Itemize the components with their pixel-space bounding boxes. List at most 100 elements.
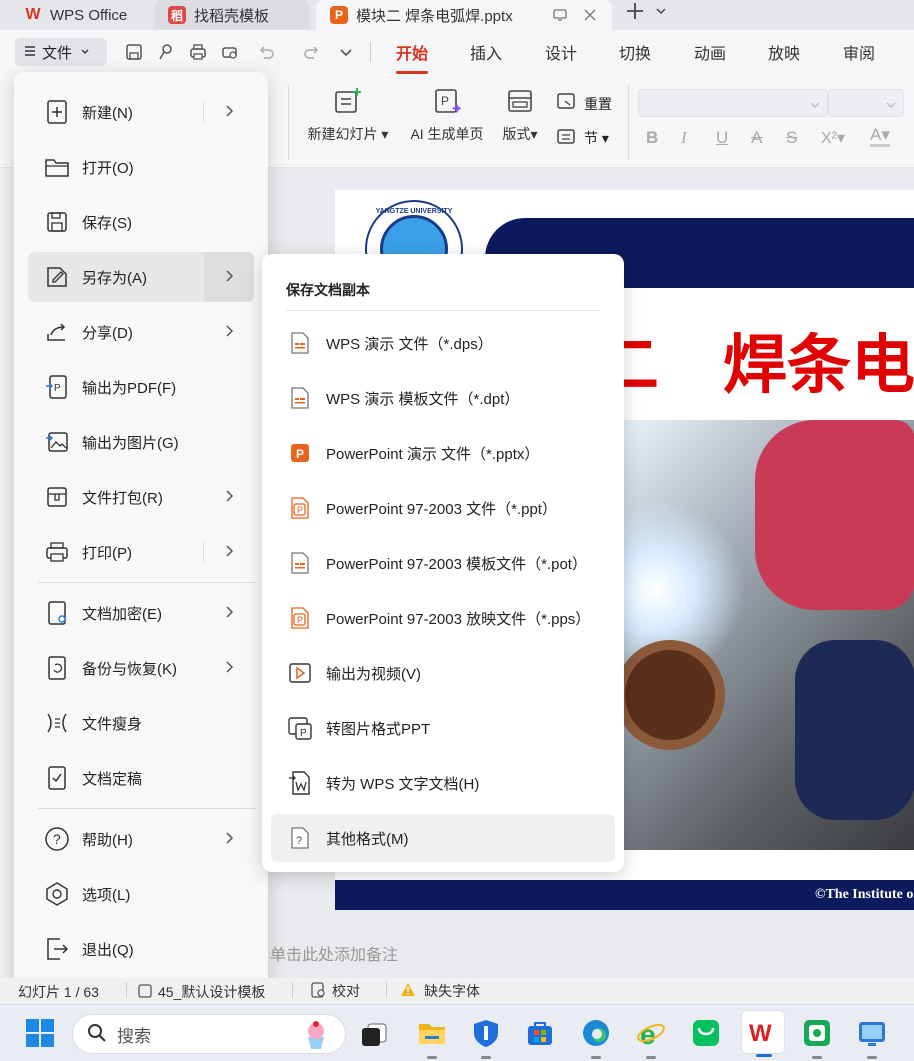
store-icon[interactable] (522, 1015, 558, 1051)
template-indicator[interactable]: 45_默认设计模板 (138, 982, 265, 1002)
convert-wps-writer[interactable]: 转为 WPS 文字文档(H) (271, 759, 615, 807)
bold-icon[interactable]: B (646, 128, 658, 148)
save-as-dpt[interactable]: WPS 演示 模板文件（*.dpt） (271, 374, 615, 422)
tab-label: WPS Office (50, 6, 128, 24)
menu-item-new[interactable]: 新建(N) (28, 87, 254, 137)
italic-icon[interactable]: I (681, 128, 687, 148)
chevron-right-icon[interactable] (220, 487, 238, 505)
chevron-right-icon[interactable] (220, 267, 238, 285)
section-button[interactable]: 节 ▾ (556, 126, 609, 149)
save-icon[interactable] (122, 40, 146, 64)
chevron-right-icon[interactable] (220, 658, 238, 676)
font-size-select[interactable] (828, 89, 904, 117)
menu-item-save[interactable]: 保存(S) (28, 197, 254, 247)
file-menu-button[interactable]: 文件 (15, 38, 107, 66)
taskbar-search[interactable]: 搜索 (72, 1014, 346, 1054)
format-painter-icon[interactable] (154, 40, 178, 64)
menu-separator (38, 582, 256, 583)
menu-item-slim[interactable]: 文件瘦身 (28, 698, 254, 748)
tab-transitions[interactable]: 切换 (619, 40, 651, 66)
tab-wps-office[interactable]: W WPS Office (14, 0, 148, 30)
menu-item-print[interactable]: 打印(P) (28, 527, 254, 577)
save-as-pptx[interactable]: P PowerPoint 演示 文件（*.pptx） (271, 429, 615, 477)
edge-browser-icon[interactable] (578, 1015, 614, 1059)
tab-document[interactable]: P 模块二 焊条电弧焊.pptx (316, 0, 612, 30)
missing-font-button[interactable]: 缺失字体 (400, 981, 480, 1001)
layout-button[interactable]: 版式▾ (498, 86, 542, 144)
print-icon[interactable] (186, 40, 210, 64)
ai-page-label: AI 生成单页 (410, 126, 484, 142)
tab-insert[interactable]: 插入 (470, 40, 502, 66)
notes-placeholder[interactable]: 单击此处添加备注 (270, 941, 398, 965)
chevron-right-icon[interactable] (220, 829, 238, 847)
wechat-work-icon[interactable] (799, 1015, 835, 1059)
tab-slideshow[interactable]: 放映 (768, 40, 800, 66)
menu-item-exit[interactable]: 退出(Q) (28, 924, 254, 974)
save-as-pot[interactable]: PowerPoint 97-2003 模板文件（*.pot） (271, 539, 615, 587)
layout-icon (505, 86, 535, 116)
superscript-icon[interactable]: X²▾ (821, 128, 845, 148)
new-slide-button[interactable]: 新建幻灯片 ▾ (304, 86, 392, 144)
ie-browser-icon[interactable]: e (633, 1015, 669, 1059)
save-as-other[interactable]: ? 其他格式(M) (271, 814, 615, 862)
shadow-text-icon[interactable]: S (786, 128, 797, 148)
save-as-icon (44, 264, 70, 290)
tab-design[interactable]: 设计 (545, 40, 577, 66)
font-family-select[interactable] (638, 89, 828, 117)
shopping-app-icon[interactable] (688, 1015, 724, 1051)
undo-icon[interactable] (254, 40, 278, 64)
menu-item-package[interactable]: 文件打包(R) (28, 472, 254, 522)
pipe (615, 640, 725, 750)
windows-start-icon[interactable] (22, 1015, 58, 1051)
welding-helmet (755, 420, 914, 610)
tab-animations[interactable]: 动画 (694, 40, 726, 66)
tab-list-chevron-icon[interactable] (654, 4, 668, 18)
ai-page-button[interactable]: P AI 生成单页 (404, 86, 490, 144)
tab-review[interactable]: 审阅 (843, 40, 875, 66)
menu-item-share[interactable]: 分享(D) (28, 307, 254, 357)
menu-item-save-as[interactable]: 另存为(A) (28, 252, 254, 302)
chevron-down-icon (809, 98, 821, 114)
chevron-right-icon[interactable] (220, 542, 238, 560)
more-chevron-icon[interactable] (334, 40, 358, 64)
redo-icon[interactable] (300, 40, 324, 64)
tab-label: 找稻壳模板 (194, 7, 270, 25)
chevron-right-icon[interactable] (220, 603, 238, 621)
reset-button[interactable]: 重置 (556, 92, 612, 115)
save-as-dps[interactable]: WPS 演示 文件（*.dps） (271, 319, 615, 367)
svg-text:W: W (749, 1020, 772, 1045)
print-preview-icon[interactable] (218, 40, 242, 64)
menu-item-encrypt[interactable]: 文档加密(E) (28, 588, 254, 638)
menu-item-export-pdf[interactable]: P 输出为PDF(F) (28, 362, 254, 412)
menu-item-open[interactable]: 打开(O) (28, 142, 254, 192)
wps-office-taskbar-icon[interactable]: W (741, 1010, 785, 1057)
tab-template-store[interactable]: 稻 找稻壳模板 (154, 0, 310, 30)
file-explorer-icon[interactable] (414, 1015, 450, 1059)
remote-desktop-icon[interactable] (854, 1015, 890, 1059)
chevron-right-icon[interactable] (220, 102, 238, 120)
svg-text:P: P (54, 383, 61, 394)
task-view-icon[interactable] (356, 1015, 392, 1051)
save-as-pps[interactable]: P PowerPoint 97-2003 放映文件（*.pps） (271, 594, 615, 642)
close-tab-icon[interactable] (582, 7, 598, 23)
underline-icon[interactable]: U (716, 128, 728, 148)
font-color-icon[interactable]: A▾ (870, 126, 890, 147)
svg-text:?: ? (53, 831, 61, 847)
menu-item-export-image[interactable]: 输出为图片(G) (28, 417, 254, 467)
new-tab-icon[interactable] (624, 0, 646, 22)
convert-image-ppt[interactable]: P 转图片格式PPT (271, 704, 615, 752)
save-as-ppt[interactable]: P PowerPoint 97-2003 文件（*.ppt） (271, 484, 615, 532)
menu-item-label: 输出为图片(G) (82, 434, 179, 452)
tab-home[interactable]: 开始 (396, 40, 429, 74)
menu-item-backup[interactable]: 备份与恢复(K) (28, 643, 254, 693)
chevron-right-icon[interactable] (220, 322, 238, 340)
window-icon[interactable] (552, 7, 568, 23)
menu-item-help[interactable]: ? 帮助(H) (28, 814, 254, 864)
export-video[interactable]: 输出为视频(V) (271, 649, 615, 697)
strikethrough-icon[interactable]: A (751, 128, 762, 148)
menu-item-options[interactable]: 选项(L) (28, 869, 254, 919)
slide-footer-text: ©The Institute o (815, 887, 914, 902)
proofread-button[interactable]: 校对 (310, 981, 360, 1001)
security-app-icon[interactable] (468, 1015, 504, 1059)
menu-item-finalize[interactable]: 文档定稿 (28, 753, 254, 803)
